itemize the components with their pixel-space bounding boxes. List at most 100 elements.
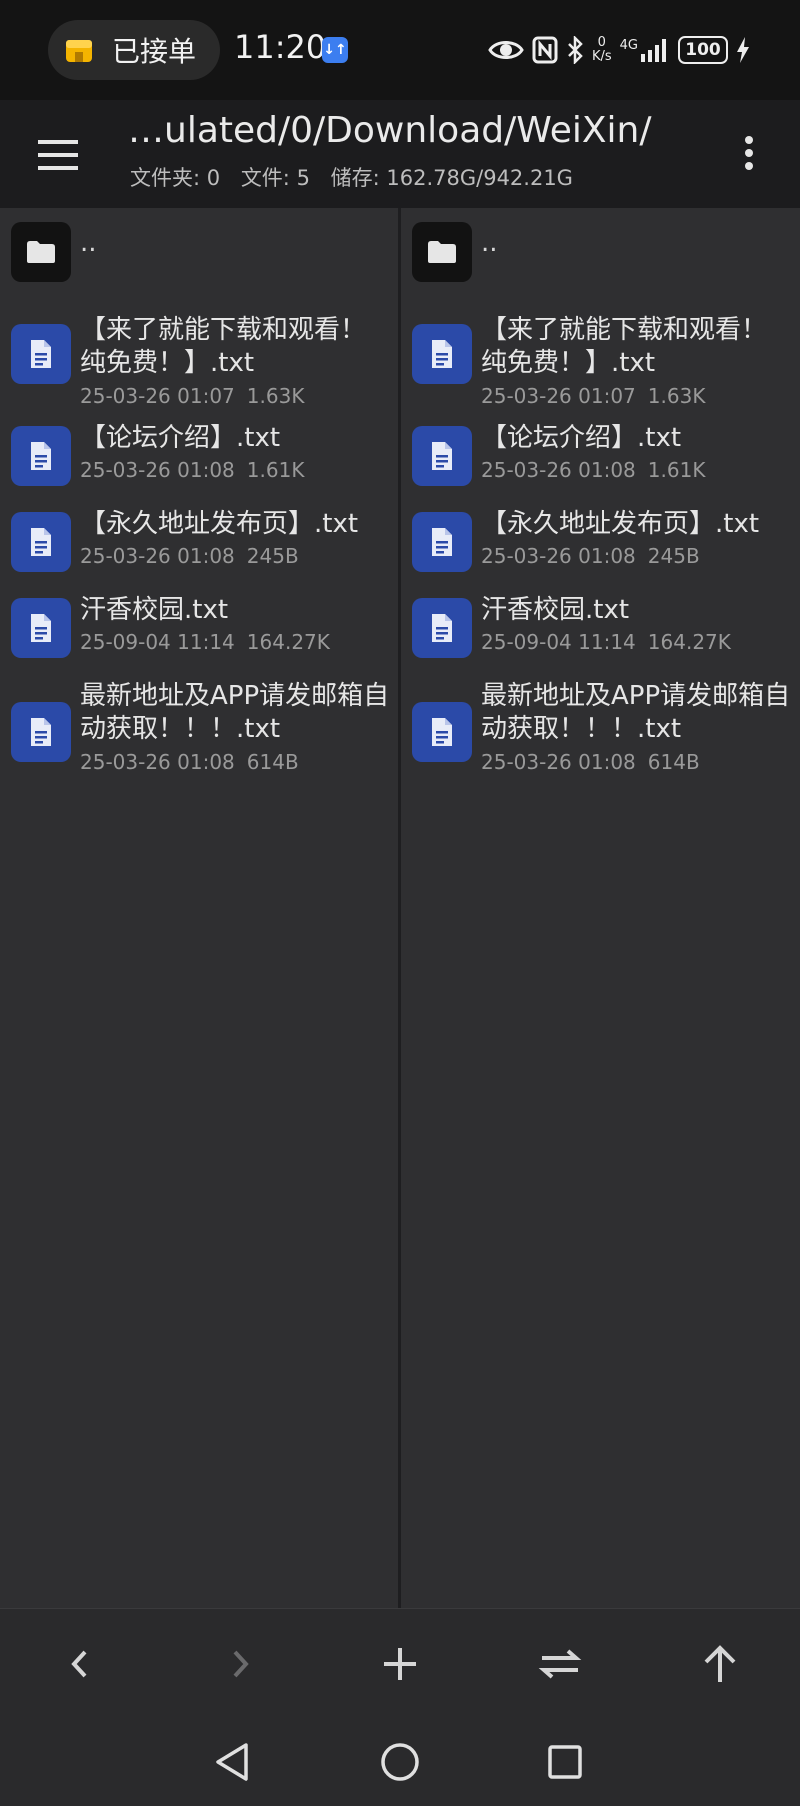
back-button[interactable] [55, 1639, 105, 1689]
file-icon-box [412, 324, 472, 384]
file-row[interactable]: 最新地址及APP请发邮箱自动获取！！！.txt 25-03-26 01:08 61… [401, 676, 800, 788]
text-file-icon [432, 614, 452, 642]
swap-panes-icon [538, 1649, 582, 1679]
nav-back-button[interactable] [202, 1732, 262, 1792]
right-pane: .. 【来了就能下载和观看！纯免费！】.txt 25-03-26 01:07 1.… [401, 208, 800, 1608]
pill-label: 已接单 [112, 35, 197, 68]
file-date: 25-03-26 01:08 [481, 458, 636, 482]
swap-panes-button[interactable] [535, 1639, 585, 1689]
file-meta: 25-03-26 01:08 1.61K [80, 458, 304, 482]
file-icon-box [412, 426, 472, 486]
file-icon-box [412, 598, 472, 658]
system-icons: 0 K/s 4G 100 [488, 30, 750, 70]
file-name: 汗香校园.txt [481, 595, 630, 625]
text-file-icon [432, 442, 452, 470]
file-row[interactable]: 汗香校园.txt 25-09-04 11:14 164.27K [0, 590, 398, 666]
hamburger-menu-icon [38, 140, 78, 170]
parent-folder-label: .. [481, 228, 498, 258]
file-size: 614B [246, 750, 299, 774]
nav-recents-button[interactable] [535, 1732, 595, 1792]
file-icon-box [11, 702, 71, 762]
file-date: 25-03-26 01:08 [80, 544, 235, 568]
folder-icon-box [412, 222, 472, 282]
square-recents-icon [548, 1745, 582, 1779]
text-file-icon [31, 528, 51, 556]
file-date: 25-03-26 01:08 [481, 750, 636, 774]
file-size: 1.63K [246, 384, 305, 408]
nav-home-button[interactable] [370, 1732, 430, 1792]
parent-folder-row[interactable]: .. [0, 208, 398, 282]
file-row[interactable]: 【永久地址发布页】.txt 25-03-26 01:08 245B [401, 504, 800, 580]
folder-icon [27, 241, 55, 263]
bottom-toolbar [0, 1608, 800, 1719]
file-size: 245B [647, 544, 700, 568]
file-icon-box [11, 512, 71, 572]
chevron-right-icon [233, 1650, 249, 1678]
plus-icon [384, 1648, 416, 1680]
left-pane: .. 【来了就能下载和观看！纯免费！】.txt 25-03-26 01:07 1.… [0, 208, 398, 1608]
file-date: 25-09-04 11:14 [80, 630, 235, 654]
file-icon-box [412, 512, 472, 572]
network-speed: 0 K/s [591, 35, 612, 64]
notification-pill[interactable]: 已接单 [48, 20, 220, 80]
file-meta: 25-03-26 01:08 614B [80, 750, 299, 774]
file-name: 【永久地址发布页】.txt [80, 509, 359, 539]
circle-home-icon [381, 1743, 419, 1781]
system-nav-bar [0, 1718, 800, 1806]
file-name: 汗香校园.txt [80, 595, 229, 625]
status-bar: 已接单 11:20 ↓↑ 0 K/s 4G 100 [0, 0, 800, 100]
up-directory-button[interactable] [695, 1639, 745, 1689]
file-meta: 25-03-26 01:08 245B [80, 544, 299, 568]
file-name: 【论坛介绍】.txt [80, 423, 281, 453]
current-path: …ulated/0/Download/WeiXin/ [128, 110, 652, 151]
file-row[interactable]: 【永久地址发布页】.txt 25-03-26 01:08 245B [0, 504, 398, 580]
file-date: 25-03-26 01:08 [481, 544, 636, 568]
text-file-icon [31, 614, 51, 642]
signal-bars-icon [641, 39, 666, 62]
file-name: 最新地址及APP请发邮箱自动获取！！！.txt [481, 681, 791, 744]
more-options-button[interactable] [734, 128, 764, 178]
file-size: 164.27K [246, 630, 330, 654]
clock: 11:20 [234, 28, 327, 66]
file-name: 【永久地址发布页】.txt [481, 509, 760, 539]
file-name: 【来了就能下载和观看！纯免费！】.txt [481, 315, 768, 378]
file-icon-box [11, 598, 71, 658]
file-row[interactable]: 【来了就能下载和观看！纯免费！】.txt 25-03-26 01:07 1.63K [401, 298, 800, 410]
text-file-icon [31, 718, 51, 746]
file-name: 最新地址及APP请发邮箱自动获取！！！.txt [80, 681, 390, 744]
file-size: 1.61K [647, 458, 706, 482]
text-file-icon [432, 718, 452, 746]
file-row[interactable]: 【论坛介绍】.txt 25-03-26 01:08 1.61K [401, 418, 800, 494]
store-icon [66, 40, 92, 62]
file-size: 1.61K [246, 458, 305, 482]
file-icon-box [11, 426, 71, 486]
forward-button[interactable] [215, 1639, 265, 1689]
add-button[interactable] [375, 1639, 425, 1689]
file-count: 文件: 5 [240, 166, 310, 190]
folder-count: 文件夹: 0 [130, 166, 221, 190]
chevron-left-icon [71, 1650, 87, 1678]
triangle-back-icon [216, 1743, 248, 1781]
file-date: 25-09-04 11:14 [481, 630, 636, 654]
file-icon-box [11, 324, 71, 384]
file-row[interactable]: 最新地址及APP请发邮箱自动获取！！！.txt 25-03-26 01:08 61… [0, 676, 398, 788]
file-size: 164.27K [647, 630, 731, 654]
file-row[interactable]: 【论坛介绍】.txt 25-03-26 01:08 1.61K [0, 418, 398, 494]
signal-strength: 4G [620, 38, 670, 62]
menu-button[interactable] [34, 130, 84, 180]
file-meta: 25-09-04 11:14 164.27K [80, 630, 330, 654]
file-meta: 25-03-26 01:07 1.63K [481, 384, 705, 408]
file-icon-box [412, 702, 472, 762]
charging-icon [737, 37, 749, 63]
file-row[interactable]: 【来了就能下载和观看！纯免费！】.txt 25-03-26 01:07 1.63K [0, 298, 398, 410]
bluetooth-icon [568, 36, 583, 64]
text-file-icon [432, 340, 452, 368]
arrow-up-icon [704, 1645, 736, 1682]
file-size: 1.63K [647, 384, 706, 408]
storage-info: 储存: 162.78G/942.21G [330, 166, 573, 190]
file-date: 25-03-26 01:07 [80, 384, 235, 408]
parent-folder-row[interactable]: .. [401, 208, 800, 282]
file-row[interactable]: 汗香校园.txt 25-09-04 11:14 164.27K [401, 590, 800, 666]
file-meta: 25-03-26 01:08 1.61K [481, 458, 705, 482]
text-file-icon [432, 528, 452, 556]
